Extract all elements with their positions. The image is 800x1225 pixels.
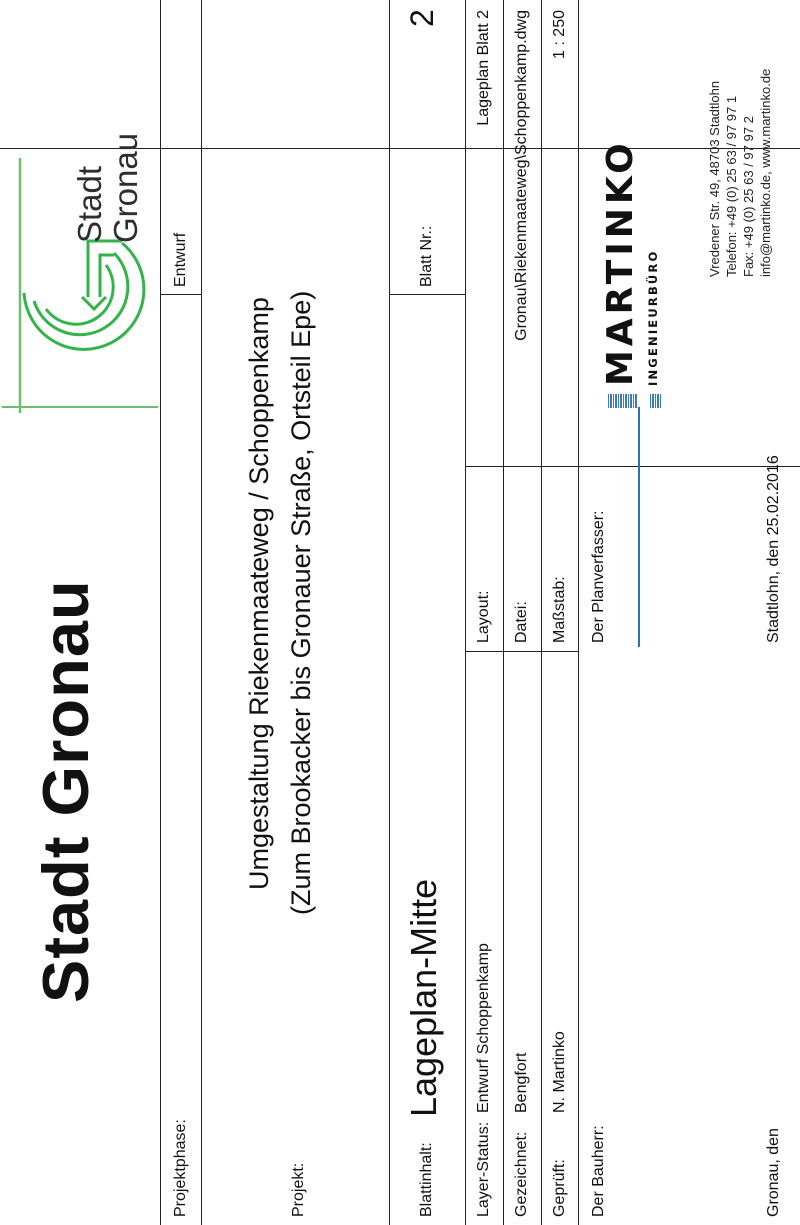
bauherr-place-date: Gronau, den [765,1128,782,1217]
label-gezeichnet: Gezeichnet: [513,1131,530,1217]
address-line: Telefon: +49 (0) 25 63 / 97 97 1 [724,95,739,277]
martinko-logo: MARTINKO INGENIEURBÜRO [598,8,676,408]
divider [389,0,390,1225]
sheet-content: Lageplan-Mitte [403,878,444,1117]
value-datei: Gronau\Riekenmaateweg\Schoppenkamp.dwg [513,10,530,341]
divider [465,651,578,652]
stadt-gronau-logo: Stadt Gronau [2,133,158,413]
divider [160,148,800,149]
address-line: info@martinko.de, www.martinko.de [758,68,773,277]
value-layer-status: Entwurf Schoppenkamp [475,943,492,1113]
martinko-bars-small-icon [650,394,662,408]
label-layout: Layout: [475,590,492,643]
value-projektphase: Entwurf [172,232,189,287]
martinko-bars-icon [608,394,638,408]
project-subtitle: (Zum Brookacker bis Gronauer Straße, Ort… [286,290,316,915]
value-massstab: 1 : 250 [551,10,568,59]
label-blatt-nr: Blatt Nr.: [418,225,435,287]
logo-text-stadt: Stadt [71,165,108,243]
title-block-sheet: Stadt Gronau Stadt Gronau Projektphase: … [0,0,800,1225]
page-title: Stadt Gronau [29,579,102,1003]
label-datei: Datei: [513,601,530,643]
divider [465,466,800,467]
value-geprueft: N. Martinko [551,1031,568,1113]
divider [201,0,202,1225]
project-title: Umgestaltung Riekenmaateweg / Schoppenka… [244,297,274,890]
label-layer-status: Layer-Status: [475,1121,492,1217]
address-line: Vredener Str. 49, 48703 Stadtlohn [707,80,722,277]
divider [503,0,504,1225]
martinko-underline [638,407,640,647]
divider [541,0,542,1225]
label-projekt: Projekt: [290,1162,307,1217]
label-planverfasser: Der Planverfasser: [590,510,607,644]
martinko-name: MARTINKO [600,139,641,386]
logo-text-gronau: Gronau [107,132,144,243]
sheet-number: 2 [404,9,440,27]
martinko-address: Vredener Str. 49, 48703 Stadtlohn Telefo… [706,69,774,277]
planverfasser-place-date: Stadtlohn, den 25.02.2016 [765,455,782,643]
label-bauherr: Der Bauherr: [590,1125,607,1217]
divider [160,0,161,1225]
label-projektphase: Projektphase: [172,1119,189,1217]
divider [465,0,466,1225]
address-line: Fax: +49 (0) 25 63 / 97 97 2 [741,116,756,277]
label-geprueft: Geprüft: [551,1159,568,1217]
divider [160,294,201,295]
label-massstab: Maßstab: [551,576,568,643]
martinko-subtitle: INGENIEURBÜRO [646,249,660,387]
divider [578,0,579,1225]
value-gezeichnet: Bengfort [513,1052,530,1113]
value-layout: Lageplan Blatt 2 [475,10,492,126]
label-blattinhalt: Blattinhalt: [418,1142,435,1217]
divider [389,294,465,295]
